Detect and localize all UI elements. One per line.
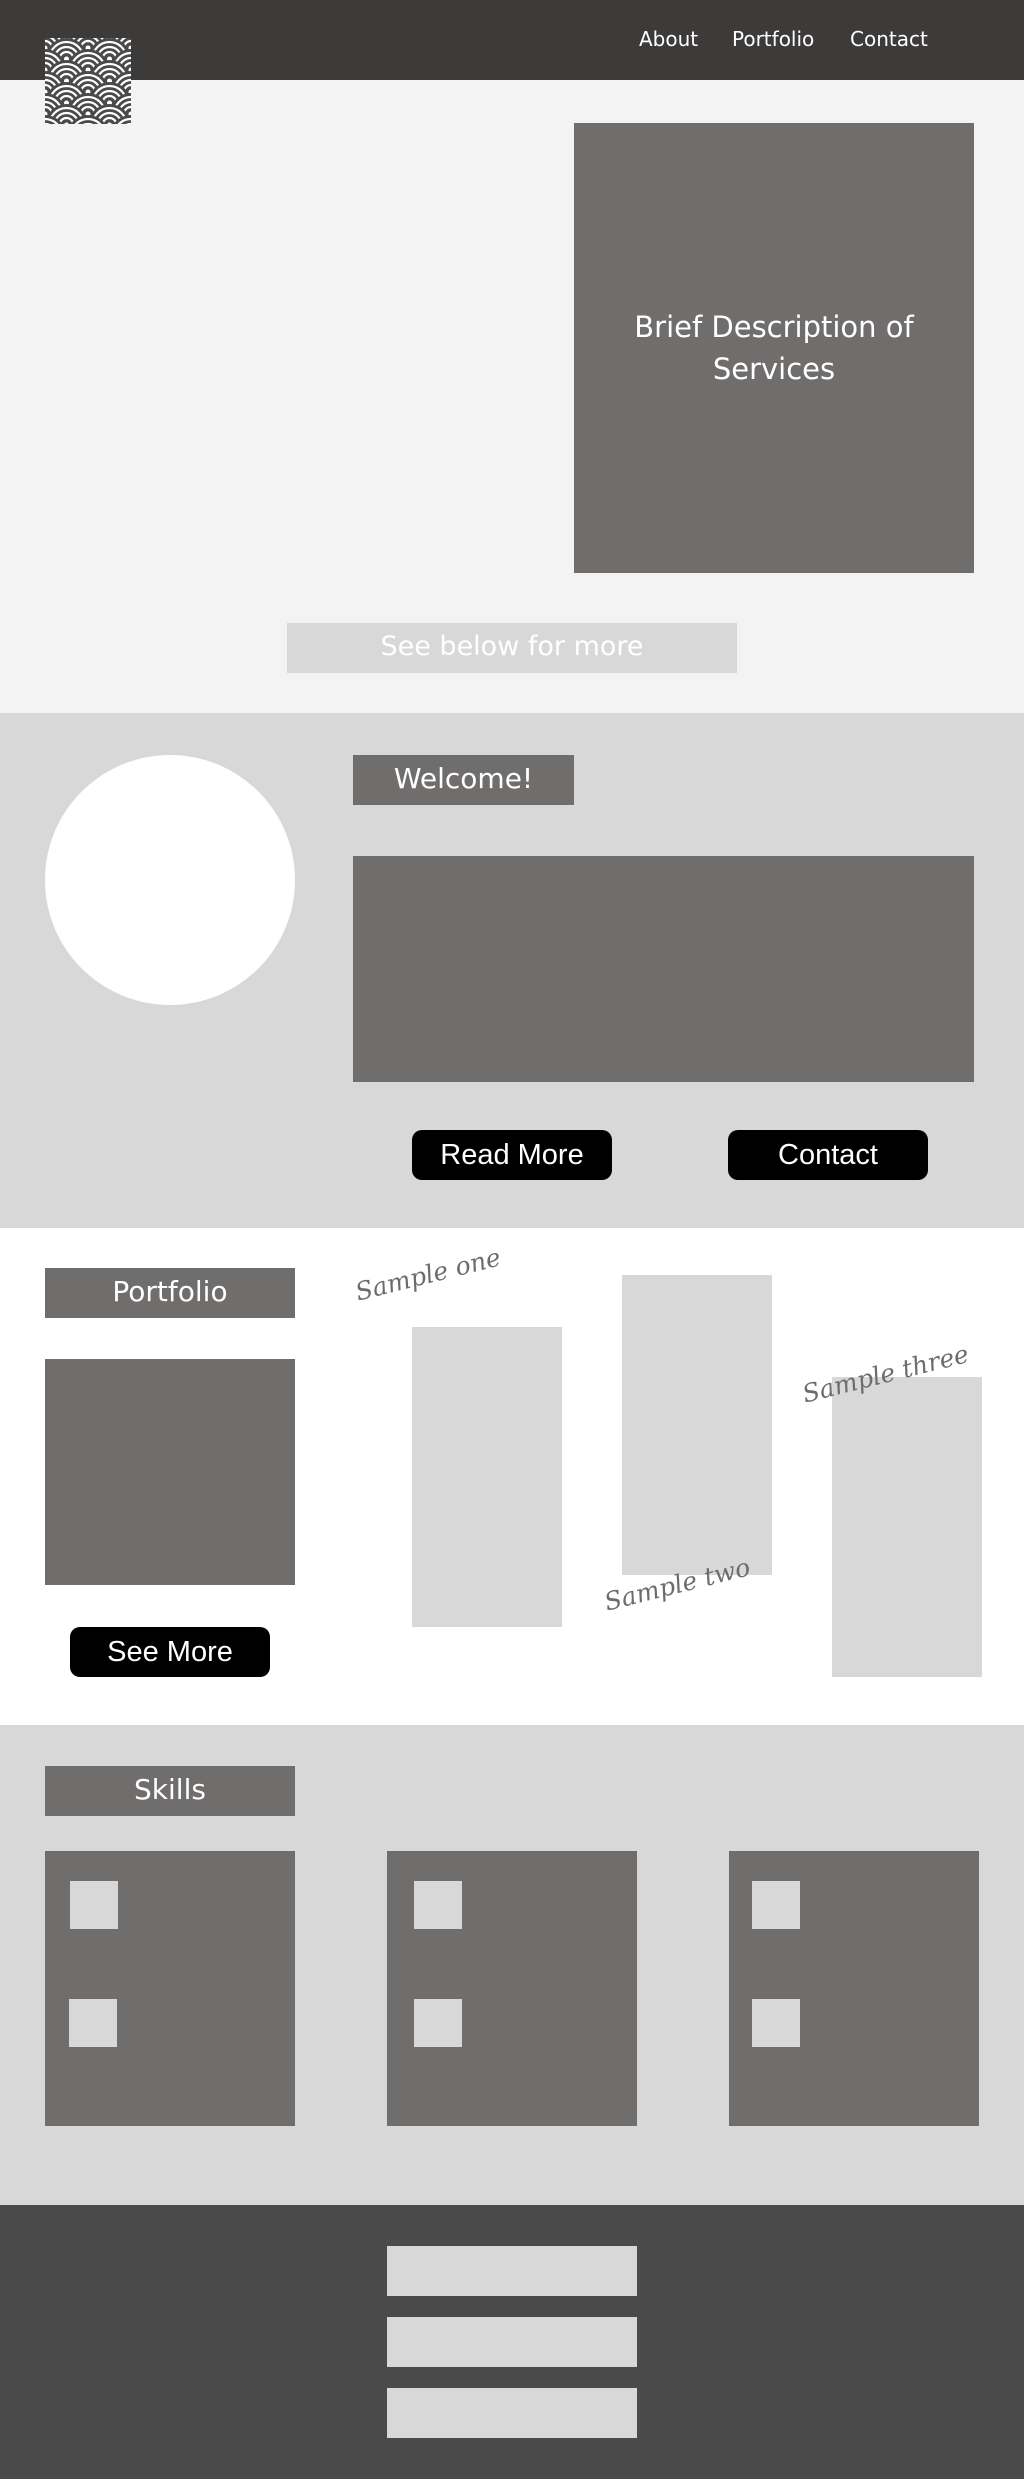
about-section: Welcome! Read More Contact [0, 713, 1024, 1228]
portfolio-preview [45, 1359, 295, 1585]
skills-heading: Skills [45, 1766, 295, 1816]
footer-link[interactable] [387, 2317, 637, 2367]
footer-link[interactable] [387, 2246, 637, 2296]
skill-icon [414, 1999, 462, 2047]
portfolio-heading: Portfolio [45, 1268, 295, 1318]
sample-three-card[interactable] [832, 1377, 982, 1677]
skill-card [387, 1851, 637, 2126]
footer-link[interactable] [387, 2388, 637, 2438]
services-description-text: Brief Description of Services [634, 310, 914, 386]
sample-one-label: Sample one [352, 1242, 504, 1307]
read-more-button[interactable]: Read More [412, 1130, 612, 1180]
skill-icon [752, 1881, 800, 1929]
nav-link-about[interactable]: About [639, 27, 698, 51]
avatar [45, 755, 295, 1005]
skill-icon [752, 1999, 800, 2047]
nav-link-contact[interactable]: Contact [850, 27, 928, 51]
logo-icon[interactable] [45, 38, 131, 124]
footer [0, 2205, 1024, 2479]
skill-card [45, 1851, 295, 2126]
sample-one-card[interactable] [412, 1327, 562, 1627]
contact-button[interactable]: Contact [728, 1130, 928, 1180]
skills-section: Skills [0, 1725, 1024, 2205]
skill-icon [69, 1999, 117, 2047]
hero-section: Brief Description of Services See below … [0, 80, 1024, 713]
see-below-banner[interactable]: See below for more [287, 623, 737, 673]
see-more-button[interactable]: See More [70, 1627, 270, 1677]
welcome-heading: Welcome! [353, 755, 574, 805]
services-description-panel: Brief Description of Services [574, 123, 974, 573]
skill-icon [70, 1881, 118, 1929]
skill-icon [414, 1881, 462, 1929]
about-text-block [353, 856, 974, 1082]
portfolio-section: Portfolio See More Sample one Sample two… [0, 1228, 1024, 1725]
nav-link-portfolio[interactable]: Portfolio [732, 27, 814, 51]
sample-two-card[interactable] [622, 1275, 772, 1575]
top-navbar: About Portfolio Contact [0, 0, 1024, 80]
skill-card [729, 1851, 979, 2126]
